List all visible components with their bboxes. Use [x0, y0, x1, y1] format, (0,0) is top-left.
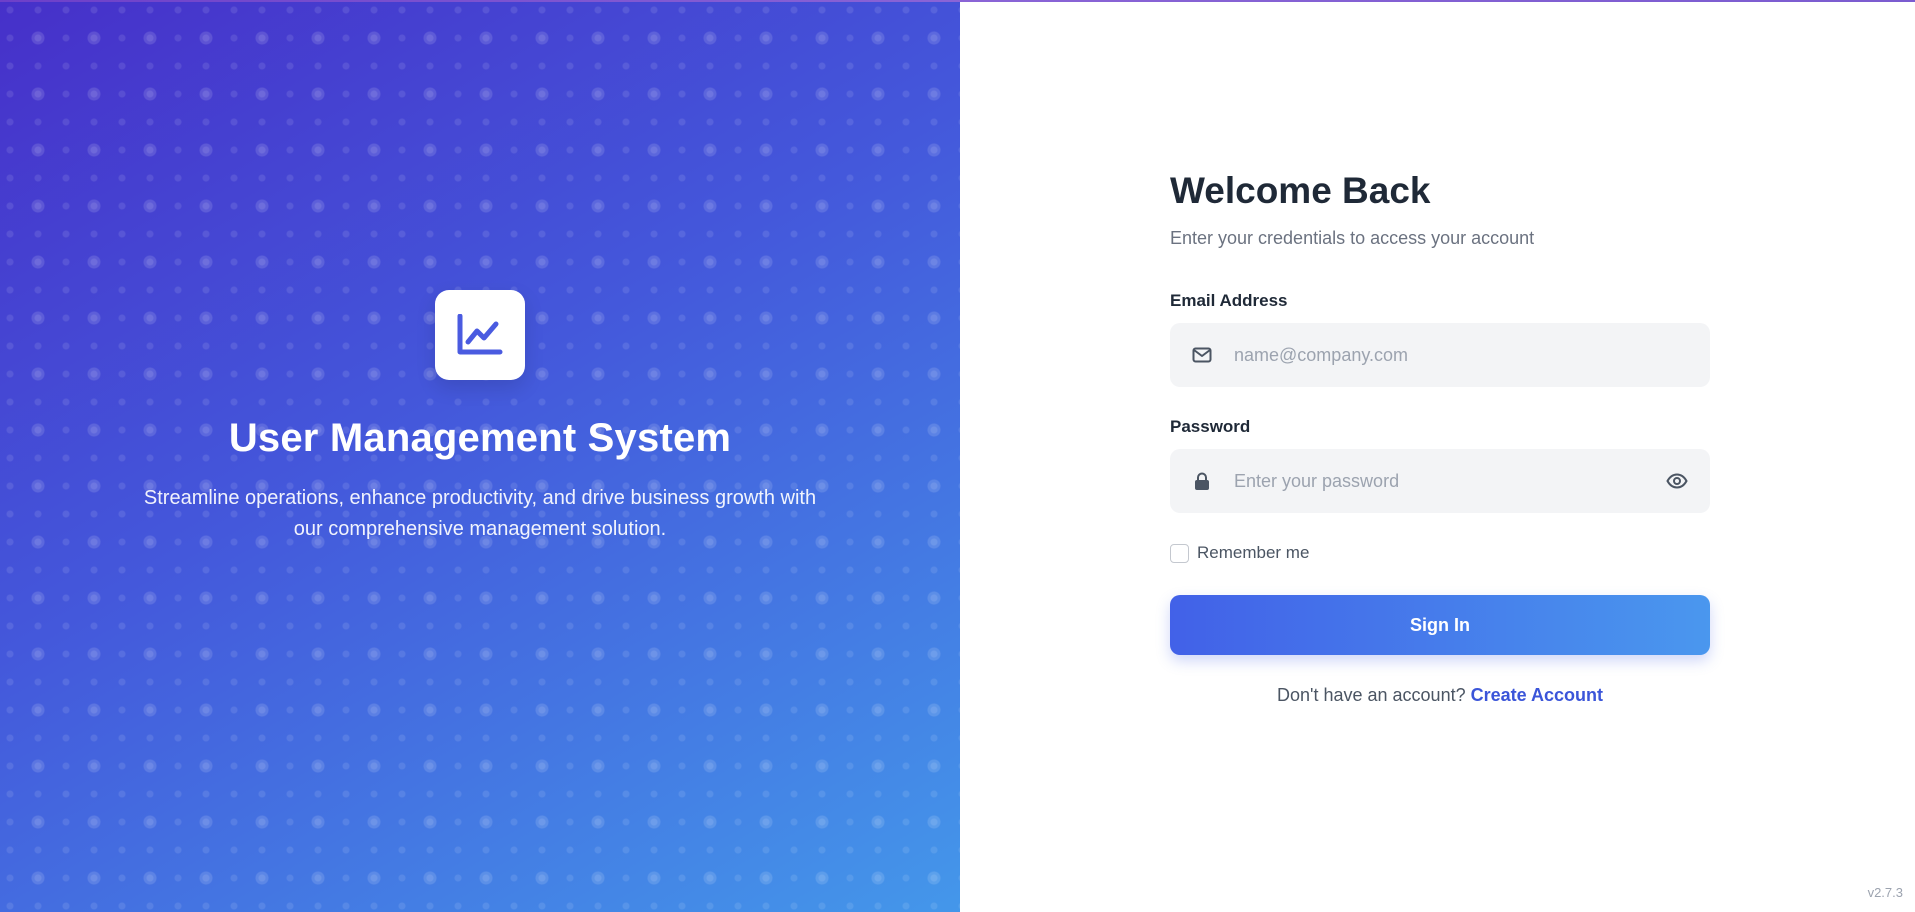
brand-subtitle: Streamline operations, enhance productiv… [143, 487, 817, 540]
sign-in-button[interactable]: Sign In [1170, 595, 1710, 655]
form-title: Welcome Back [1170, 170, 1431, 211]
envelope-icon [1192, 345, 1212, 365]
line-chart-icon [457, 314, 503, 355]
email-field [1170, 323, 1710, 387]
brand-panel: User Management System Streamline operat… [0, 0, 960, 912]
brand-title: User Management System [228, 416, 732, 460]
brand-block: User Management System Streamline operat… [0, 290, 960, 545]
eye-icon[interactable] [1666, 471, 1688, 491]
top-accent-bar [0, 0, 1915, 2]
password-label: Password [1170, 417, 1251, 436]
remember-me-option[interactable]: Remember me [1170, 543, 1710, 563]
login-form: Welcome Back Enter your credentials to a… [1170, 170, 1710, 706]
signup-prompt-row: Don't have an account? Create Account [1170, 685, 1710, 706]
lock-icon [1192, 471, 1212, 491]
remember-me-label: Remember me [1197, 543, 1310, 562]
password-input[interactable] [1234, 449, 1634, 513]
brand-logo [435, 290, 525, 380]
form-subtitle: Enter your credentials to access your ac… [1170, 228, 1535, 248]
remember-me-checkbox[interactable] [1170, 543, 1189, 563]
email-label: Email Address [1170, 291, 1288, 310]
version-label: v2.7.3 [1867, 885, 1903, 900]
signup-prompt-text: Don't have an account? [1277, 685, 1471, 705]
password-field [1170, 449, 1710, 513]
create-account-link[interactable]: Create Account [1471, 685, 1603, 705]
email-input[interactable] [1234, 323, 1634, 387]
login-panel: Welcome Back Enter your credentials to a… [960, 0, 1915, 912]
